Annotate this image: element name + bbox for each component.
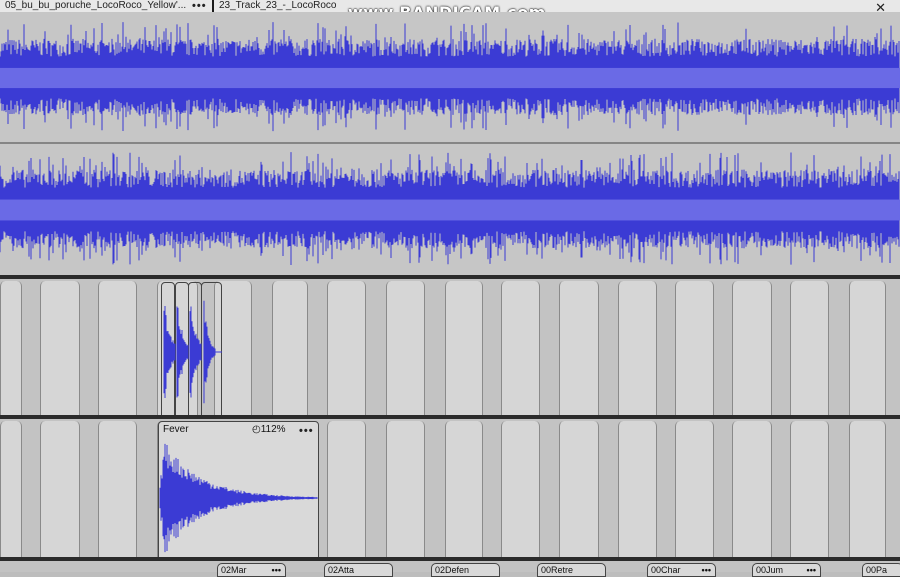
beat-stripe [675, 421, 714, 558]
bottom-clip-label: 02Defen [435, 565, 470, 575]
bottom-clip-tab[interactable]: 02Mar ••• [217, 563, 286, 577]
beat-stripe [98, 421, 137, 558]
beat-stripe [327, 281, 366, 415]
track1-waveform[interactable] [0, 12, 900, 275]
clip1-name[interactable]: 05_bu_bu_poruche_LocoRoco_Yellow'... [0, 0, 190, 12]
beat-stripe [445, 281, 483, 415]
waveform-rms-band [0, 199, 900, 221]
beat-stripe [386, 421, 425, 558]
beat-stripe [849, 421, 886, 558]
beat-stripe [501, 421, 540, 558]
fever-clip-speed: ◴112% [252, 424, 286, 435]
beat-stripe [849, 281, 886, 415]
bottom-clip-label: 00Retre [541, 565, 574, 575]
bottom-clip-tab[interactable]: 00Jum ••• [752, 563, 821, 577]
sfx-waveform-path [163, 306, 176, 398]
bottom-clip-tab[interactable]: 00Char ••• [647, 563, 716, 577]
beat-stripe [327, 421, 366, 558]
bottom-clip-menu-button[interactable]: ••• [702, 564, 711, 576]
bottom-clip-menu-button[interactable]: ••• [272, 564, 281, 576]
fever-clip[interactable]: Fever ◴112% ••• [158, 421, 319, 559]
beat-stripe [40, 281, 80, 415]
bottom-clip-label: 02Atta [328, 565, 355, 575]
clip1-menu-button[interactable]: ••• [192, 1, 207, 12]
beat-stripe [445, 421, 483, 558]
sfx-waveforms [163, 300, 222, 404]
beat-stripe [0, 281, 22, 415]
speed-clock-icon: ◴ [252, 424, 261, 435]
beat-stripe [732, 421, 772, 558]
bottom-clip-tab[interactable]: 00Retre [537, 563, 606, 577]
beat-stripe [790, 281, 829, 415]
bottom-clip-label: 00Pa [866, 565, 888, 575]
beat-stripe [501, 281, 540, 415]
track2-lane[interactable] [0, 279, 900, 415]
sfx-waveform-path [189, 306, 202, 398]
beat-stripe [790, 421, 829, 558]
fever-clip-menu-button[interactable]: ••• [299, 426, 314, 437]
bottom-clip-menu-button[interactable]: ••• [807, 564, 816, 576]
bottom-clip-tab[interactable]: 02Atta [324, 563, 393, 577]
beat-stripe [272, 281, 308, 415]
fever-waveform-path [159, 443, 318, 553]
beat-stripe [732, 281, 772, 415]
beat-stripe [386, 281, 425, 415]
bottom-clip-label: 00Jum [756, 565, 784, 575]
bottom-clip-label: 02Mar [221, 565, 247, 575]
sfx-waveform-path [176, 306, 189, 398]
beat-stripe [559, 421, 599, 558]
beat-stripe [618, 281, 657, 415]
track3-lane[interactable] [0, 419, 900, 558]
beat-stripe [40, 421, 80, 558]
beat-stripe [0, 421, 22, 558]
beat-stripe [618, 421, 657, 558]
bottom-clip-tab[interactable]: 00Pa [862, 563, 900, 577]
fever-speed-value: 112% [260, 424, 286, 435]
waveform-rms-band [0, 67, 900, 89]
fever-waveform [159, 443, 318, 553]
bottom-clip-label: 00Char [651, 565, 681, 575]
beat-stripe [675, 281, 714, 415]
fever-clip-name: Fever [163, 424, 189, 435]
bottom-clip-tab[interactable]: 02Defen [431, 563, 500, 577]
beat-stripe [98, 281, 137, 415]
beat-stripe [559, 281, 599, 415]
